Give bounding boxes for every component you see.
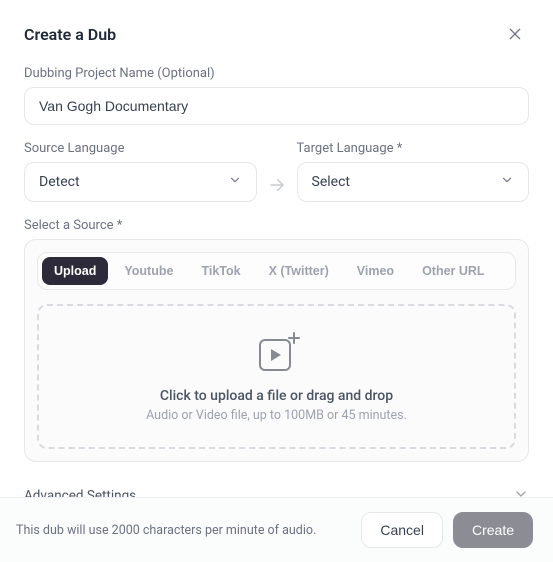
- source-panel: Upload Youtube TikTok X (Twitter) Vimeo …: [24, 239, 529, 462]
- footer-actions: Cancel Create: [361, 512, 533, 548]
- language-arrow: [257, 141, 297, 202]
- create-button[interactable]: Create: [453, 512, 533, 548]
- source-language-value: Detect: [39, 174, 80, 190]
- arrow-right-icon: [268, 176, 286, 194]
- footer-note: This dub will use 2000 characters per mi…: [16, 523, 316, 538]
- project-name-input[interactable]: [24, 87, 529, 125]
- tab-tiktok[interactable]: TikTok: [189, 257, 252, 285]
- source-group: Select a Source * Upload Youtube TikTok …: [24, 218, 529, 462]
- source-tabs: Upload Youtube TikTok X (Twitter) Vimeo …: [37, 252, 516, 290]
- cancel-button[interactable]: Cancel: [361, 512, 443, 548]
- upload-media-icon: [49, 332, 504, 374]
- close-icon: [507, 26, 523, 42]
- dropzone-title: Click to upload a file or drag and drop: [49, 388, 504, 404]
- tab-x-twitter[interactable]: X (Twitter): [257, 257, 341, 285]
- tab-youtube[interactable]: Youtube: [112, 257, 185, 285]
- upload-dropzone[interactable]: Click to upload a file or drag and drop …: [37, 304, 516, 449]
- source-language-group: Source Language Detect: [24, 141, 257, 202]
- language-row: Source Language Detect Target Language *…: [24, 141, 529, 202]
- target-language-label: Target Language *: [297, 141, 530, 156]
- modal-header: Create a Dub: [24, 20, 529, 48]
- create-dub-modal: Create a Dub Dubbing Project Name (Optio…: [0, 0, 553, 514]
- modal-title: Create a Dub: [24, 25, 116, 44]
- target-language-select[interactable]: Select: [297, 162, 530, 202]
- tab-other-url[interactable]: Other URL: [410, 257, 497, 285]
- chevron-down-icon: [228, 173, 242, 191]
- tab-vimeo[interactable]: Vimeo: [345, 257, 406, 285]
- source-language-label: Source Language: [24, 141, 257, 156]
- target-language-group: Target Language * Select: [297, 141, 530, 202]
- select-source-label: Select a Source *: [24, 218, 529, 233]
- modal-footer: This dub will use 2000 characters per mi…: [0, 497, 553, 562]
- project-name-group: Dubbing Project Name (Optional): [24, 66, 529, 125]
- close-button[interactable]: [501, 20, 529, 48]
- dropzone-subtitle: Audio or Video file, up to 100MB or 45 m…: [49, 408, 504, 423]
- target-language-value: Select: [312, 174, 350, 190]
- modal-content: Create a Dub Dubbing Project Name (Optio…: [0, 0, 553, 514]
- chevron-down-icon: [500, 173, 514, 191]
- project-name-label: Dubbing Project Name (Optional): [24, 66, 529, 81]
- source-language-select[interactable]: Detect: [24, 162, 257, 202]
- tab-upload[interactable]: Upload: [42, 257, 108, 285]
